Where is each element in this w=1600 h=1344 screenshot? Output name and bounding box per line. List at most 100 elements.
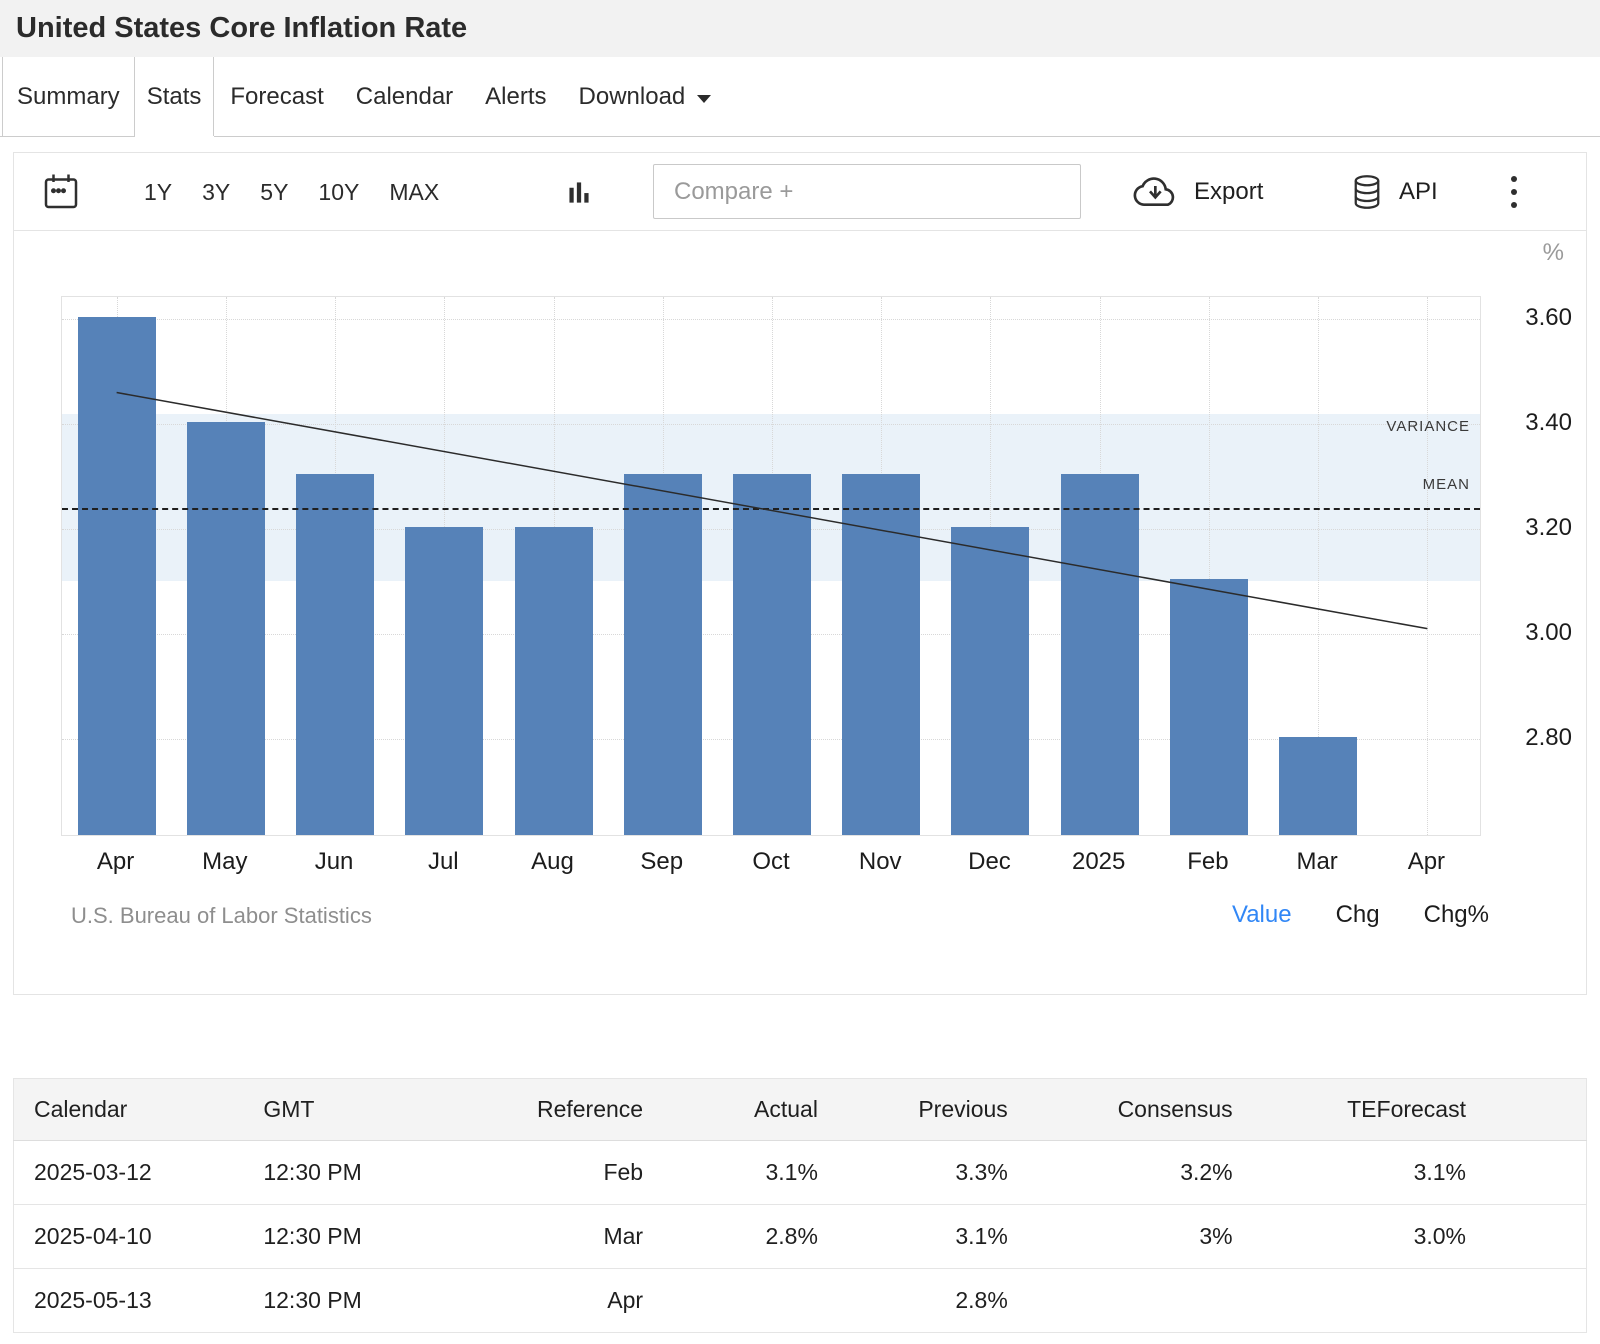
tab-alerts[interactable]: Alerts [469,57,562,136]
range-5y[interactable]: 5Y [260,179,288,206]
cell-previous: 3.3% [818,1141,1008,1205]
x-axis-label: Aug [498,848,608,876]
col-previous: Previous [818,1079,1008,1141]
calendar-button[interactable] [41,172,81,212]
cell-teforecast [1233,1269,1587,1333]
col-reference: Reference [503,1079,643,1141]
calendar-table: Calendar GMT Reference Actual Previous C… [13,1078,1587,1333]
table-row: 2025-03-12 12:30 PM Feb 3.1% 3.3% 3.2% 3… [14,1141,1587,1205]
cell-date: 2025-04-10 [14,1205,264,1269]
chart-area: VARIANCE MEAN % 3.60 3.40 3.20 3.00 2.80 U.S.… [14,231,1586,995]
cell-actual: 3.1% [643,1141,818,1205]
chg-link[interactable]: Chg [1336,901,1380,929]
chart-panel: 1Y 3Y 5Y 10Y MAX [13,152,1587,995]
variance-label: VARIANCE [1386,418,1470,435]
x-axis-label: Apr [1371,848,1481,876]
col-actual: Actual [643,1079,818,1141]
x-axis-label: Nov [825,848,935,876]
cell-reference: Apr [503,1269,643,1333]
api-button[interactable]: API [1349,153,1438,231]
cell-teforecast: 3.0% [1233,1205,1587,1269]
table-row: 2025-05-13 12:30 PM Apr 2.8% [14,1269,1587,1333]
y-axis: % 3.603.403.203.002.80 [1480,231,1572,851]
x-axis-label: May [170,848,280,876]
value-link[interactable]: Value [1232,901,1292,929]
cell-reference: Mar [503,1205,643,1269]
y-tick-label: 3.60 [1480,303,1572,333]
col-gmt: GMT [263,1079,503,1141]
database-icon [1349,172,1385,212]
cell-previous: 3.1% [818,1205,1008,1269]
source-attribution: U.S. Bureau of Labor Statistics [71,903,372,929]
table-row: 2025-04-10 12:30 PM Mar 2.8% 3.1% 3% 3.0… [14,1205,1587,1269]
x-axis-label: Sep [607,848,717,876]
more-options-button[interactable] [1511,153,1517,231]
cell-gmt: 12:30 PM [263,1141,503,1205]
kebab-icon [1511,176,1517,182]
export-label: Export [1194,178,1263,206]
y-tick-label: 3.00 [1480,618,1572,648]
tab-stats-label: Stats [147,83,202,111]
range-max[interactable]: MAX [389,179,439,206]
tab-download[interactable]: Download [563,57,728,136]
export-button[interactable]: Export [1132,153,1263,231]
cell-teforecast: 3.1% [1233,1141,1587,1205]
range-10y[interactable]: 10Y [318,179,359,206]
plot-area: VARIANCE MEAN [61,296,1481,836]
cell-actual: 2.8% [643,1205,818,1269]
tab-calendar-label: Calendar [356,83,453,111]
tab-bar: Summary Stats Forecast Calendar Alerts D… [0,57,1600,137]
chg-pct-link[interactable]: Chg% [1424,901,1489,929]
trend-line [62,297,1482,837]
x-axis-label: Apr [61,848,171,876]
title-bar: United States Core Inflation Rate [0,0,1600,57]
col-consensus: Consensus [1008,1079,1233,1141]
x-axis-label: Jun [279,848,389,876]
bar-chart-icon [562,175,596,209]
x-axis-label: 2025 [1044,848,1154,876]
cell-gmt: 12:30 PM [263,1205,503,1269]
tab-summary[interactable]: Summary [2,57,135,136]
y-tick-label: 3.40 [1480,408,1572,438]
compare-input[interactable] [653,164,1081,219]
cell-reference: Feb [503,1141,643,1205]
tab-alerts-label: Alerts [485,83,546,111]
x-axis-label: Feb [1153,848,1263,876]
col-calendar: Calendar [14,1079,264,1141]
series-mode-links: Value Chg Chg% [1232,901,1489,929]
cell-consensus: 3.2% [1008,1141,1233,1205]
y-tick-label: 2.80 [1480,723,1572,753]
cell-previous: 2.8% [818,1269,1008,1333]
range-selector: 1Y 3Y 5Y 10Y MAX [144,153,439,231]
page-title: United States Core Inflation Rate [0,0,1600,57]
mean-label: MEAN [1423,476,1470,493]
api-label: API [1399,178,1438,206]
tab-forecast-label: Forecast [230,83,323,111]
chevron-down-icon [697,95,711,103]
chart-toolbar: 1Y 3Y 5Y 10Y MAX [14,153,1586,231]
x-axis-label: Mar [1262,848,1372,876]
cell-gmt: 12:30 PM [263,1269,503,1333]
chart-type-button[interactable] [562,175,596,209]
cloud-download-icon [1132,174,1180,210]
x-axis-label: Oct [716,848,826,876]
col-teforecast: TEForecast [1233,1079,1587,1141]
x-axis-label: Dec [934,848,1044,876]
tab-summary-label: Summary [17,83,120,111]
page: United States Core Inflation Rate Summar… [0,0,1600,1344]
range-1y[interactable]: 1Y [144,179,172,206]
cell-date: 2025-03-12 [14,1141,264,1205]
y-axis-unit: % [1472,239,1564,267]
cell-date: 2025-05-13 [14,1269,264,1333]
tab-calendar[interactable]: Calendar [340,57,469,136]
table-header-row: Calendar GMT Reference Actual Previous C… [14,1079,1587,1141]
calendar-icon [41,172,81,212]
tab-stats[interactable]: Stats [135,57,215,136]
range-3y[interactable]: 3Y [202,179,230,206]
cell-consensus [1008,1269,1233,1333]
cell-actual [643,1269,818,1333]
tab-download-label: Download [579,83,686,111]
cell-consensus: 3% [1008,1205,1233,1269]
y-tick-label: 3.20 [1480,513,1572,543]
tab-forecast[interactable]: Forecast [214,57,339,136]
